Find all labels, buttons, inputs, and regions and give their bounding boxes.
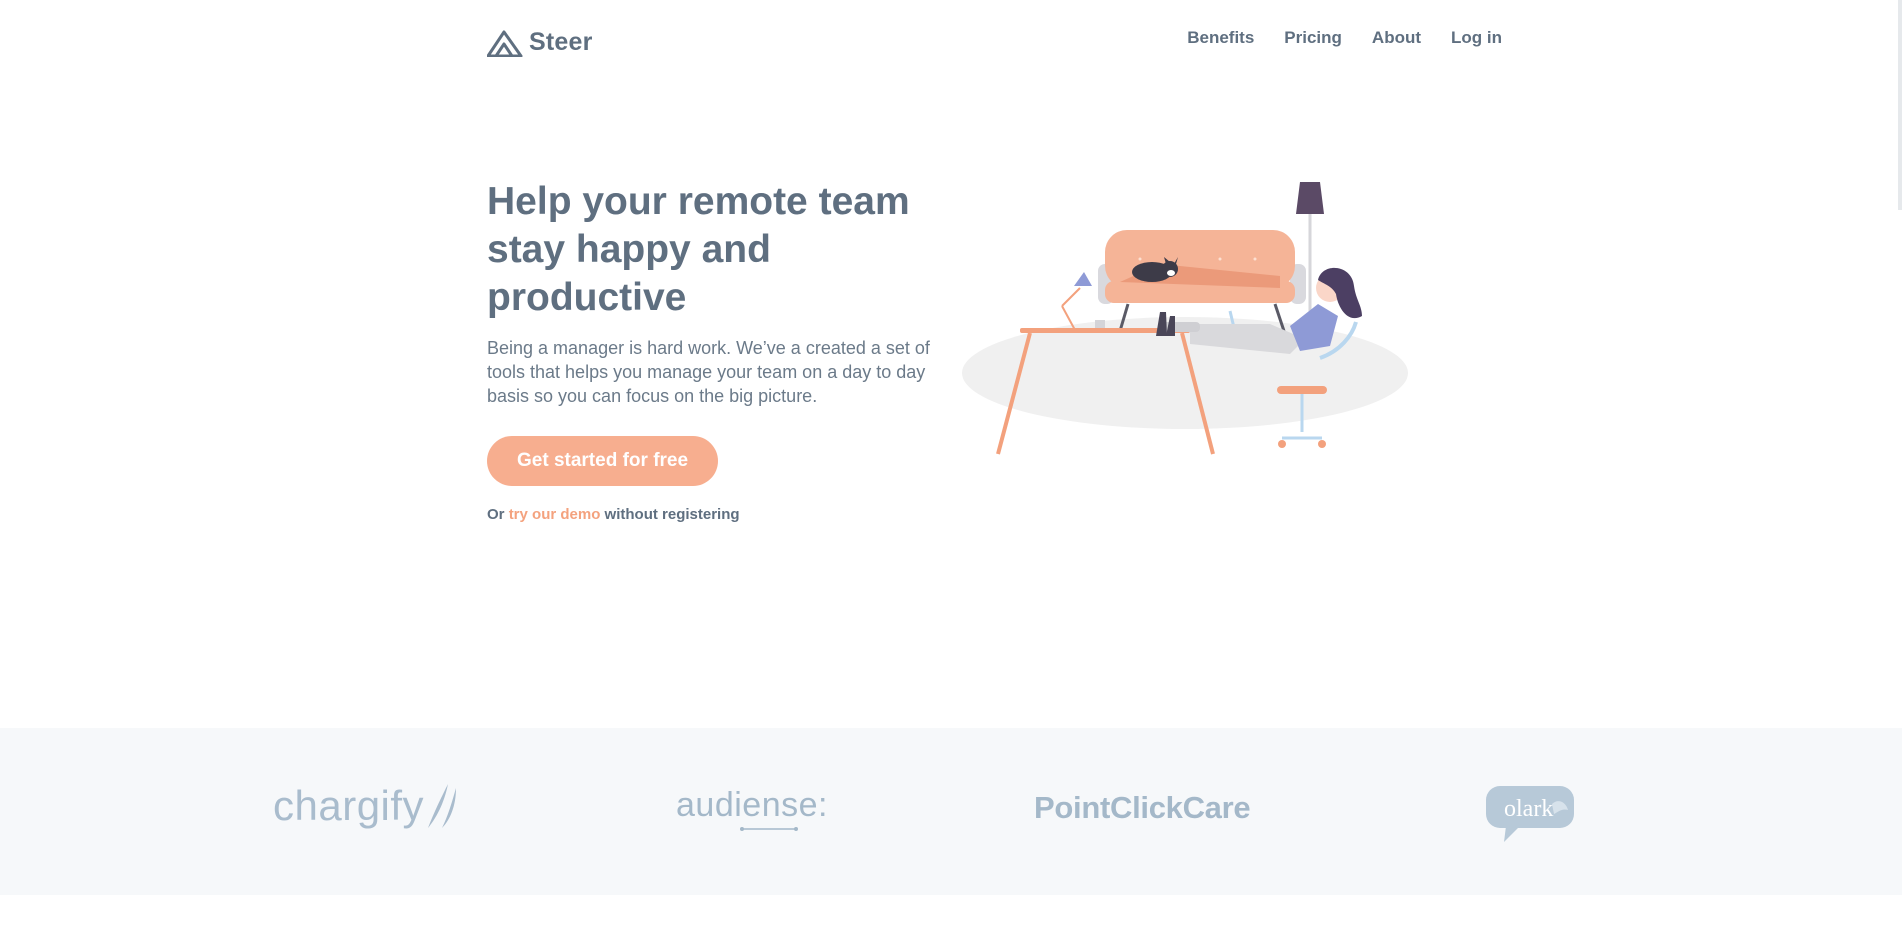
demo-suffix: without registering	[604, 506, 740, 523]
site-header: Steer Benefits Pricing About Log in	[0, 0, 1902, 90]
woman-relaxing-at-desk-illustration	[962, 182, 1408, 455]
try-demo-link[interactable]: try our demo	[509, 506, 601, 523]
page-scrollbar[interactable]	[1898, 0, 1902, 210]
client-logo-olark: olark	[1484, 784, 1576, 849]
client-logos-strip: chargify audiense: PointClickCare olark	[0, 728, 1902, 895]
olark-bubble-icon: olark	[1486, 786, 1574, 842]
landing-page: Steer Benefits Pricing About Log in Help…	[0, 0, 1902, 942]
olark-wordmark: olark	[1504, 796, 1553, 822]
client-logo-chargify: chargify	[273, 782, 460, 830]
sofa-icon	[1098, 230, 1306, 332]
brand-logo[interactable]: Steer	[487, 28, 593, 57]
nav-benefits[interactable]: Benefits	[1187, 28, 1254, 48]
demo-prefix: Or	[487, 506, 505, 523]
hero-section: Help your remote team stay happy and pro…	[487, 178, 937, 523]
hero-subtitle: Being a manager is hard work. We’ve a cr…	[487, 338, 930, 406]
audiense-underline-icon	[740, 827, 798, 831]
nav-pricing[interactable]: Pricing	[1284, 28, 1342, 48]
client-logo-audiense: audiense:	[676, 786, 828, 831]
main-nav: Benefits Pricing About Log in	[1187, 28, 1502, 48]
get-started-button[interactable]: Get started for free	[487, 436, 719, 486]
nav-log-in[interactable]: Log in	[1451, 28, 1502, 48]
hero-title: Help your remote team stay happy and pro…	[487, 180, 910, 319]
demo-line: Or try our demo without registering	[487, 506, 937, 523]
floor-lamp-icon	[1296, 182, 1324, 328]
client-logo-pointclickcare: PointClickCare	[1034, 790, 1251, 825]
chargify-swoosh-icon	[428, 784, 457, 828]
nav-about[interactable]: About	[1372, 28, 1421, 48]
mountain-triangle-icon	[487, 30, 523, 57]
brand-name: Steer	[529, 28, 593, 56]
